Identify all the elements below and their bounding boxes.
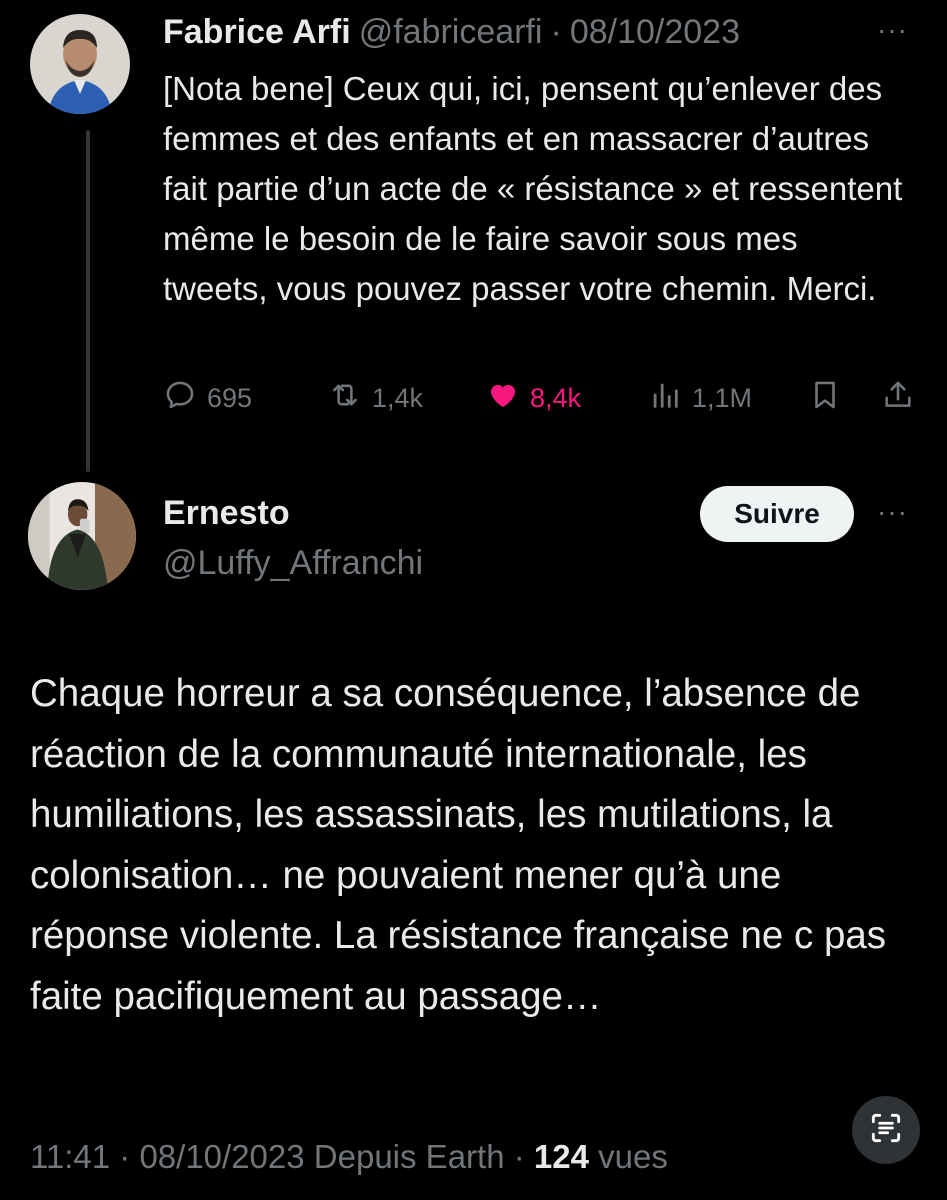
reply-icon: [163, 378, 197, 419]
more-options-icon[interactable]: ···: [877, 496, 908, 528]
parent-tweet-actions: 695 1,4k 8,4k 1,1M: [163, 376, 923, 420]
repost-count: 1,4k: [372, 382, 424, 413]
tweet-date[interactable]: 08/10/2023: [570, 13, 740, 52]
scan-text-button[interactable]: [852, 1096, 920, 1164]
repost-button[interactable]: 1,4k: [328, 376, 423, 420]
share-button[interactable]: [881, 376, 915, 420]
bookmark-icon: [808, 378, 842, 419]
author-name[interactable]: Ernesto: [163, 494, 290, 533]
header-separator: ·: [550, 12, 562, 51]
author-name[interactable]: Fabrice Arfi: [163, 13, 351, 52]
views-count: 1,1M: [692, 382, 753, 413]
avatar-ernesto[interactable]: [28, 482, 136, 590]
share-icon: [881, 378, 915, 419]
views-button[interactable]: 1,1M: [648, 376, 752, 420]
bookmark-button[interactable]: [808, 376, 842, 420]
like-count: 8,4k: [530, 382, 582, 413]
avatar-fabrice-arfi[interactable]: [30, 14, 130, 114]
scan-text-icon: [867, 1109, 905, 1152]
reply-count: 695: [207, 382, 253, 413]
repost-icon: [328, 378, 362, 419]
views-icon: [648, 378, 682, 419]
views-count: 124: [533, 1138, 589, 1175]
views-label: vues: [598, 1138, 668, 1175]
tweet-meta: 11:41 · 08/10/2023 Depuis Earth · 124 vu…: [30, 1138, 668, 1176]
timestamp-source[interactable]: 11:41 · 08/10/2023 Depuis Earth ·: [30, 1138, 525, 1175]
more-options-icon[interactable]: ···: [877, 14, 908, 46]
author-handle[interactable]: @Luffy_Affranchi: [163, 544, 423, 583]
reply-button[interactable]: 695: [163, 376, 252, 420]
main-tweet-text: Chaque horreur a sa conséquence, l’absen…: [30, 672, 887, 1018]
parent-tweet-header: Fabrice Arfi @fabricearfi · 08/10/2023: [163, 12, 740, 52]
like-button[interactable]: 8,4k: [486, 376, 581, 420]
author-handle[interactable]: @fabricearfi: [359, 13, 543, 52]
parent-tweet-text: [Nota bene] Ceux qui, ici, pensent qu’en…: [163, 70, 903, 307]
like-icon: [486, 378, 520, 419]
thread-connector-line: [86, 130, 90, 472]
follow-button[interactable]: Suivre: [700, 486, 854, 542]
